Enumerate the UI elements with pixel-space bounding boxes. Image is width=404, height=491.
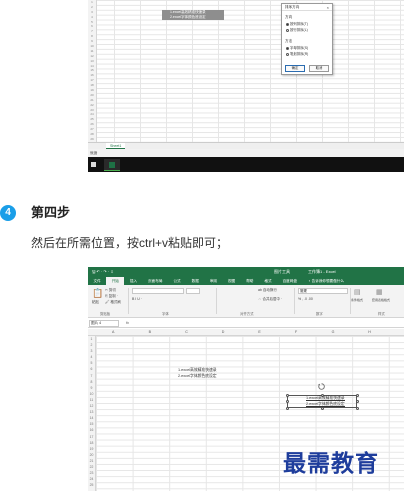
column-letter[interactable]: G	[332, 329, 335, 336]
ribbon-tab[interactable]: 百度网盘	[277, 277, 302, 285]
radio-alphabetic[interactable]: 字母排序(S)	[286, 45, 308, 50]
title-bar: 🖫 ↶ · ↷ · ⇩ 图片工具 工作簿1 - Excel	[88, 267, 404, 277]
column-letter[interactable]: H	[368, 329, 371, 336]
excel-icon	[109, 162, 115, 168]
row-number[interactable]: 25	[88, 482, 95, 488]
copy-button[interactable]: ⎘ 复制 ·	[105, 294, 118, 299]
quick-access-toolbar[interactable]: 🖫 ↶ · ↷ · ⇩	[92, 267, 114, 277]
resize-handle[interactable]	[285, 399, 289, 403]
number-format-dropdown[interactable]: 常规	[298, 288, 348, 294]
ribbon-divider	[216, 288, 217, 314]
cell-text-1[interactable]: 1.excel高效精准快速录	[178, 368, 217, 373]
ribbon-tab[interactable]: 视图	[223, 277, 241, 285]
pasted-text-1: 1.excel高效精准快速录	[306, 396, 345, 401]
ribbon-tab[interactable]: 开始	[106, 277, 125, 285]
radio-sort-by-column[interactable]: 按列排序(T)	[286, 21, 308, 26]
number-group-label: 数字	[316, 312, 323, 316]
conditional-format-icon[interactable]: ▤	[354, 288, 361, 296]
status-bar: 就绪	[88, 149, 404, 157]
merge-center-button[interactable]: ⇔ 合并后居中 ·	[258, 297, 282, 302]
sort-direction-dialog: 排序方向 × 方向 按列排序(T) 按行排序(L) 方法 字母排序(S) 笔划排…	[281, 3, 333, 75]
formula-bar: 图片 4 fx	[88, 319, 404, 328]
bold-italic-underline-buttons[interactable]: B I U ·	[132, 297, 142, 301]
radio-sort-by-row[interactable]: 按行排序(L)	[286, 27, 308, 32]
cut-button[interactable]: ✂ 剪切	[105, 288, 116, 293]
step-title: 第四步	[31, 205, 71, 220]
resize-handle[interactable]	[355, 406, 359, 410]
row-header: 1 2 3 4 5 6 7 8 9 10 11 12 13 14 15 16 17 18 19 20 21 22 23 24 2…	[88, 0, 97, 142]
clipboard-group-label: 剪贴板	[100, 312, 111, 316]
ribbon-tab[interactable]: 帮助	[241, 277, 259, 285]
column-header: ABCDEFGHIJKLM	[88, 329, 404, 336]
step-instruction: 然后在所需位置，按ctrl+v粘贴即可；	[31, 236, 229, 250]
dialog-title: 排序方向	[282, 4, 332, 11]
ribbon-tab[interactable]: ♀ 告诉我你想要做什么	[302, 277, 349, 285]
excel-taskbar-button[interactable]	[104, 159, 120, 171]
copied-cell-2[interactable]: 2.excel字体颜色底设定	[162, 14, 224, 20]
column-letter[interactable]: A	[112, 329, 114, 336]
ribbon-tab[interactable]: 文件	[88, 277, 106, 285]
ribbon-tab[interactable]: 格式	[259, 277, 277, 285]
column-letter[interactable]: C	[185, 329, 188, 336]
font-size-dropdown[interactable]	[186, 288, 200, 294]
column-letter[interactable]: E	[258, 329, 260, 336]
top-excel-screenshot: 1 2 3 4 5 6 7 8 9 10 11 12 13 14 15 16 17 18 19 20 21 22 23 24 2…	[88, 0, 404, 172]
ribbon-tab[interactable]: 审阅	[204, 277, 222, 285]
column-letter[interactable]: B	[149, 329, 151, 336]
bottom-excel-screenshot: 🖫 ↶ · ↷ · ⇩ 图片工具 工作簿1 - Excel 文件 开始 插入 页面布局…	[88, 267, 404, 491]
column-letter[interactable]: F	[295, 329, 297, 336]
radio-selected-icon	[286, 22, 289, 26]
windows-icon[interactable]	[91, 162, 96, 167]
ok-button[interactable]: 确定	[285, 65, 305, 72]
resize-handle[interactable]	[355, 399, 359, 403]
cancel-button[interactable]: 取消	[309, 65, 329, 72]
direction-group-title: 方向	[285, 15, 293, 19]
font-group-label: 字体	[162, 312, 169, 316]
spreadsheet-grid	[88, 0, 404, 142]
alignment-group-label: 对齐方式	[240, 312, 254, 316]
ribbon: 📋 粘贴 ✂ 剪切 ⎘ 复制 · 🖌 格式刷 剪贴板 B I U · 字体 ab…	[88, 285, 404, 318]
font-name-dropdown[interactable]	[132, 288, 184, 294]
watermark-logo: 最需教育	[283, 450, 379, 477]
step-number-badge: 4	[0, 205, 16, 221]
ribbon-tab[interactable]: 插入	[124, 277, 142, 285]
ribbon-tab[interactable]: 数据	[186, 277, 204, 285]
radio-stroke[interactable]: 笔划排序(R)	[286, 51, 308, 56]
paste-button[interactable]: 粘贴	[92, 300, 99, 305]
cell-text-2[interactable]: 2.excel字体颜色底设定	[178, 374, 217, 379]
column-letter[interactable]: D	[222, 329, 225, 336]
conditional-format-button[interactable]: 条件格式	[351, 298, 363, 302]
radio-selected-icon	[286, 46, 289, 50]
resize-handle[interactable]	[285, 406, 289, 410]
styles-group-label: 样式	[378, 312, 385, 316]
radio-icon	[286, 52, 289, 56]
taskbar	[88, 157, 404, 172]
fx-icon[interactable]: fx	[126, 320, 129, 327]
paste-icon[interactable]: 📋	[92, 288, 103, 299]
resize-handle[interactable]	[285, 393, 289, 397]
resize-handle[interactable]	[355, 393, 359, 397]
ribbon-tab[interactable]: 公式	[168, 277, 186, 285]
table-format-button[interactable]: 套用表格格式	[372, 298, 390, 302]
window-title: 工作簿1 - Excel	[308, 269, 336, 274]
radio-icon	[286, 28, 289, 32]
number-format-buttons[interactable]: % , .0 .00	[298, 297, 313, 301]
wrap-text-button[interactable]: ab 自动换行	[258, 288, 277, 293]
picture-tools-label: 图片工具	[274, 269, 290, 274]
table-format-icon[interactable]: ▦	[376, 288, 383, 296]
ribbon-tabs: 文件 开始 插入 页面布局 公式 数据 审阅 视图 帮助 格式 百度网盘 ♀ 告诉我你想要做什么	[88, 277, 404, 285]
sheet-tab-bar: Sheet1	[88, 142, 404, 149]
row-header: 1 2 3 4 5 6 7 8 9 10 11 12 13 14 15 16 17 18 19 20 21 22 23 24 2…	[88, 336, 96, 491]
ribbon-divider	[128, 288, 129, 314]
method-group-title: 方法	[285, 39, 293, 43]
ribbon-divider	[294, 288, 295, 314]
close-icon[interactable]: ×	[327, 4, 329, 11]
name-box[interactable]: 图片 4	[89, 320, 119, 327]
ribbon-tab[interactable]: 页面布局	[143, 277, 168, 285]
rotate-handle-icon[interactable]	[318, 383, 325, 390]
format-painter-button[interactable]: 🖌 格式刷	[105, 300, 121, 305]
pasted-text-2: 2.excel字体颜色底设定	[306, 402, 345, 407]
